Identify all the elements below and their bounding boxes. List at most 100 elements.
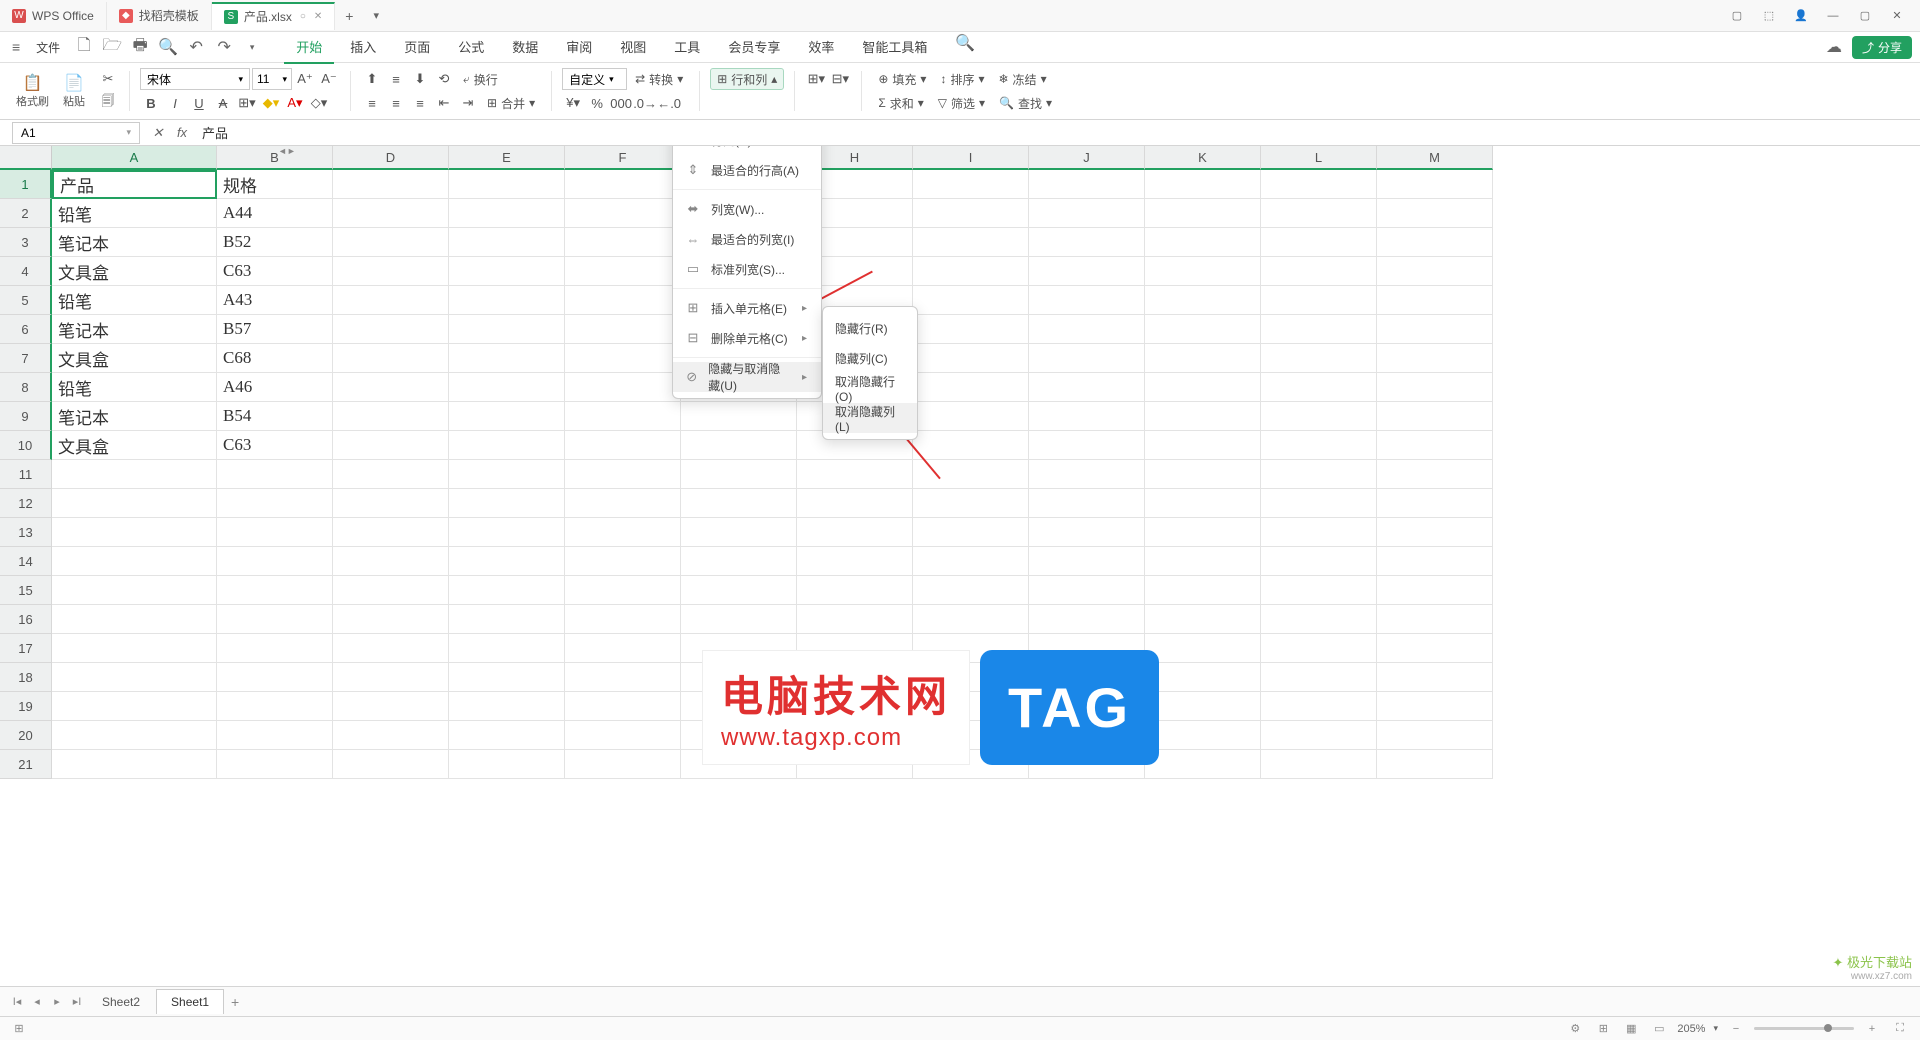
hamburger-icon[interactable]: ≡ xyxy=(8,35,24,59)
cell-I14[interactable] xyxy=(913,547,1029,576)
row-header-19[interactable]: 19 xyxy=(0,692,52,721)
align-right-icon[interactable]: ≡ xyxy=(409,92,431,114)
cell-L15[interactable] xyxy=(1261,576,1377,605)
cell-E1[interactable] xyxy=(449,170,565,199)
cell-L6[interactable] xyxy=(1261,315,1377,344)
cell-E18[interactable] xyxy=(449,663,565,692)
cell-H15[interactable] xyxy=(797,576,913,605)
view-layout-icon[interactable]: ▦ xyxy=(1621,1020,1641,1038)
cell-J12[interactable] xyxy=(1029,489,1145,518)
open-icon[interactable]: 🗁 xyxy=(100,35,124,59)
cell-E4[interactable] xyxy=(449,257,565,286)
cell-D9[interactable] xyxy=(333,402,449,431)
cell-I4[interactable] xyxy=(913,257,1029,286)
cell-K12[interactable] xyxy=(1145,489,1261,518)
cell-B20[interactable] xyxy=(217,721,333,750)
cell-F8[interactable] xyxy=(565,373,681,402)
view-normal-icon[interactable]: ⊞ xyxy=(1593,1020,1613,1038)
cell-E13[interactable] xyxy=(449,518,565,547)
print-icon[interactable]: 🖶 xyxy=(128,35,152,59)
cell-K15[interactable] xyxy=(1145,576,1261,605)
cell-L9[interactable] xyxy=(1261,402,1377,431)
next-sheet-icon[interactable]: ▸ xyxy=(48,993,66,1011)
cell-M19[interactable] xyxy=(1377,692,1493,721)
cell-E5[interactable] xyxy=(449,286,565,315)
cell-G12[interactable] xyxy=(681,489,797,518)
cell-B15[interactable] xyxy=(217,576,333,605)
cell-H16[interactable] xyxy=(797,605,913,634)
cell-M7[interactable] xyxy=(1377,344,1493,373)
cube-icon[interactable]: ⬚ xyxy=(1754,4,1784,28)
row-header-6[interactable]: 6 xyxy=(0,315,52,344)
row-header-5[interactable]: 5 xyxy=(0,286,52,315)
cell-B5[interactable]: A43 xyxy=(217,286,333,315)
col-header-B[interactable]: B xyxy=(217,146,333,170)
cell-F15[interactable] xyxy=(565,576,681,605)
format-brush-button[interactable]: 📋 格式刷 xyxy=(10,71,55,111)
cell-B3[interactable]: B52 xyxy=(217,228,333,257)
cell-I11[interactable] xyxy=(913,460,1029,489)
cell-D21[interactable] xyxy=(333,750,449,779)
cell-M17[interactable] xyxy=(1377,634,1493,663)
cell-L14[interactable] xyxy=(1261,547,1377,576)
col-header-A[interactable]: A xyxy=(52,146,217,170)
cell-E12[interactable] xyxy=(449,489,565,518)
cell-L2[interactable] xyxy=(1261,199,1377,228)
menu-item-7[interactable]: ⊘隐藏与取消隐藏(U)▸ xyxy=(673,362,821,392)
cell-B8[interactable]: A46 xyxy=(217,373,333,402)
cell-B12[interactable] xyxy=(217,489,333,518)
cell-M21[interactable] xyxy=(1377,750,1493,779)
cell-D8[interactable] xyxy=(333,373,449,402)
tab-home[interactable]: 开始 xyxy=(284,31,334,64)
cell-A18[interactable] xyxy=(52,663,217,692)
cell-D18[interactable] xyxy=(333,663,449,692)
cell-E21[interactable] xyxy=(449,750,565,779)
cell-K9[interactable] xyxy=(1145,402,1261,431)
align-center-icon[interactable]: ≡ xyxy=(385,92,407,114)
tab-formula[interactable]: 公式 xyxy=(446,31,496,64)
tab-data[interactable]: 数据 xyxy=(500,31,550,64)
cell-D17[interactable] xyxy=(333,634,449,663)
cell-K6[interactable] xyxy=(1145,315,1261,344)
cell-G13[interactable] xyxy=(681,518,797,547)
cell-G11[interactable] xyxy=(681,460,797,489)
tab-efficiency[interactable]: 效率 xyxy=(796,31,846,64)
add-tab-button[interactable]: + xyxy=(335,8,363,24)
cell-E3[interactable] xyxy=(449,228,565,257)
cell-L10[interactable] xyxy=(1261,431,1377,460)
menu-item-4[interactable]: ▭标准列宽(S)... xyxy=(673,254,821,284)
cell-E6[interactable] xyxy=(449,315,565,344)
cell-M11[interactable] xyxy=(1377,460,1493,489)
decrease-font-icon[interactable]: A⁻ xyxy=(318,68,340,90)
cell-J13[interactable] xyxy=(1029,518,1145,547)
cell-E2[interactable] xyxy=(449,199,565,228)
tab-page[interactable]: 页面 xyxy=(392,31,442,64)
submenu-item-3[interactable]: 取消隐藏列(L) xyxy=(823,403,917,433)
cell-K11[interactable] xyxy=(1145,460,1261,489)
cell-H12[interactable] xyxy=(797,489,913,518)
cell-M9[interactable] xyxy=(1377,402,1493,431)
cell-I9[interactable] xyxy=(913,402,1029,431)
cell-B21[interactable] xyxy=(217,750,333,779)
cell-B4[interactable]: C63 xyxy=(217,257,333,286)
comma-icon[interactable]: 000 xyxy=(610,92,632,114)
convert-button[interactable]: ⇄ 转换▾ xyxy=(629,68,689,90)
cell-K17[interactable] xyxy=(1145,634,1261,663)
cell-M12[interactable] xyxy=(1377,489,1493,518)
cell-B10[interactable]: C63 xyxy=(217,431,333,460)
cell-K21[interactable] xyxy=(1145,750,1261,779)
number-format-combo[interactable]: 自定义▾ xyxy=(562,68,627,90)
cell-A20[interactable] xyxy=(52,721,217,750)
cell-K8[interactable] xyxy=(1145,373,1261,402)
cell-A10[interactable]: 文具盒 xyxy=(52,431,217,460)
cell-H13[interactable] xyxy=(797,518,913,547)
cell-J8[interactable] xyxy=(1029,373,1145,402)
cell-M5[interactable] xyxy=(1377,286,1493,315)
cell-E15[interactable] xyxy=(449,576,565,605)
percent-icon[interactable]: % xyxy=(586,92,608,114)
search-icon[interactable]: 🔍 xyxy=(953,31,977,55)
cell-L12[interactable] xyxy=(1261,489,1377,518)
cell-L18[interactable] xyxy=(1261,663,1377,692)
paste-button[interactable]: 📄 粘贴 xyxy=(57,71,91,111)
cell-L19[interactable] xyxy=(1261,692,1377,721)
